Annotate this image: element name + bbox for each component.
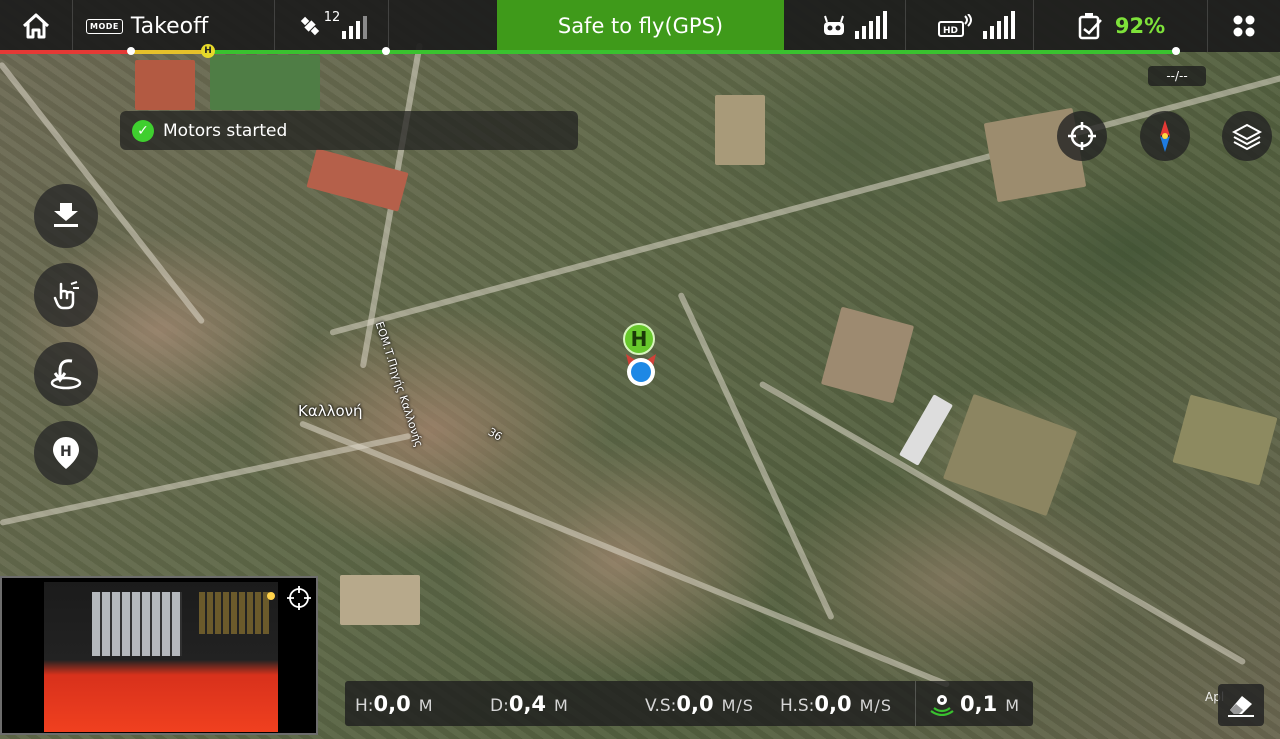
- flight-mode-label: Takeoff: [130, 13, 209, 39]
- menu-grid-icon: [1233, 15, 1255, 37]
- home-button[interactable]: [0, 0, 72, 52]
- progress-home-marker: H: [201, 44, 215, 58]
- map-field: [210, 55, 320, 110]
- check-icon: ✓: [132, 119, 154, 142]
- camera-feed-image: [44, 582, 278, 732]
- gps-status[interactable]: 12: [280, 0, 385, 52]
- map-road: [298, 420, 951, 689]
- flight-time-label: --/--: [1148, 66, 1206, 86]
- clear-flight-path-button[interactable]: [1218, 684, 1264, 726]
- hd-video-signal[interactable]: HD: [926, 0, 1026, 52]
- gps-signal-bars: [342, 13, 368, 39]
- compass-icon: [1160, 120, 1170, 152]
- battery-icon: [1078, 13, 1102, 40]
- telemetry-panel: H: 0,0 M D: 0,4 M V.S: 0,0 M/S H.S: 0,0 …: [345, 681, 1033, 726]
- distance-readout: D: 0,4 M: [490, 692, 569, 716]
- battery-percentage: 92%: [1114, 14, 1166, 38]
- mode-badge: MODE: [86, 18, 123, 34]
- camera-preview[interactable]: [0, 576, 318, 735]
- home-icon: [22, 13, 50, 39]
- vision-altitude-value: 0,1: [960, 692, 998, 716]
- return-home-icon: [50, 359, 82, 390]
- svg-text:HD: HD: [943, 26, 958, 36]
- gps-satellite-count: 12: [323, 9, 341, 25]
- eraser-icon: [1228, 696, 1254, 717]
- horizontal-speed-value: 0,0: [814, 692, 852, 716]
- map-building: [306, 148, 409, 212]
- height-readout: H: 0,0 M: [355, 692, 434, 716]
- hd-signal-bars: [983, 11, 1015, 39]
- map-building: [898, 394, 954, 466]
- map-field: [820, 306, 915, 404]
- map-building: [135, 60, 195, 110]
- locate-icon: [1068, 122, 1096, 150]
- flight-status-text: Safe to fly(GPS): [557, 14, 724, 38]
- remote-controller-icon: [824, 15, 844, 35]
- home-point-marker: H: [623, 323, 655, 355]
- height-value: 0,0: [373, 692, 411, 716]
- aircraft-marker[interactable]: [622, 352, 660, 390]
- map-road: [677, 291, 835, 621]
- map-field: [715, 95, 765, 165]
- horizontal-speed-readout: H.S: 0,0 M/S: [780, 692, 892, 716]
- map-layers-icon: [1232, 123, 1262, 151]
- home-point-button[interactable]: H: [34, 421, 98, 485]
- svg-text:H: H: [60, 444, 72, 460]
- target-icon[interactable]: [286, 585, 312, 611]
- settings-menu-button[interactable]: [1208, 0, 1280, 52]
- rc-signal-bars: [855, 11, 887, 39]
- notification-text: Motors started: [163, 120, 288, 141]
- takeoff-button[interactable]: [34, 184, 98, 248]
- battery-status[interactable]: 92%: [1056, 0, 1186, 52]
- flight-progress-line: H: [0, 44, 1180, 58]
- takeoff-icon: [54, 203, 78, 227]
- vertical-speed-value: 0,0: [676, 692, 714, 716]
- compass-button[interactable]: [1140, 111, 1190, 161]
- satellite-icon: [300, 16, 319, 36]
- vision-sensor-icon: [930, 695, 954, 716]
- top-status-bar: MODE Takeoff 12 Safe to fly(GPS) HD 92%: [0, 0, 1280, 52]
- gesture-mode-button[interactable]: [34, 263, 98, 327]
- locate-aircraft-button[interactable]: [1057, 111, 1107, 161]
- vision-positioning-readout: 0,1 M: [930, 692, 1020, 716]
- map-layers-button[interactable]: [1222, 111, 1272, 161]
- hd-video-icon: HD: [938, 14, 972, 37]
- hand-gesture-icon: [53, 281, 79, 310]
- home-point-icon: H: [53, 437, 79, 469]
- notification-banner[interactable]: ✓ Motors started: [120, 111, 578, 150]
- map-town-label: Καλλονή: [298, 402, 363, 420]
- rc-signal[interactable]: [804, 0, 904, 52]
- distance-value: 0,4: [508, 692, 547, 716]
- map-field: [340, 575, 420, 625]
- flight-mode[interactable]: MODE Takeoff: [80, 0, 275, 52]
- vertical-speed-readout: V.S: 0,0 M/S: [645, 692, 754, 716]
- return-to-home-button[interactable]: [34, 342, 98, 406]
- map-field: [1172, 394, 1278, 486]
- flight-status-banner[interactable]: Safe to fly(GPS): [497, 0, 784, 52]
